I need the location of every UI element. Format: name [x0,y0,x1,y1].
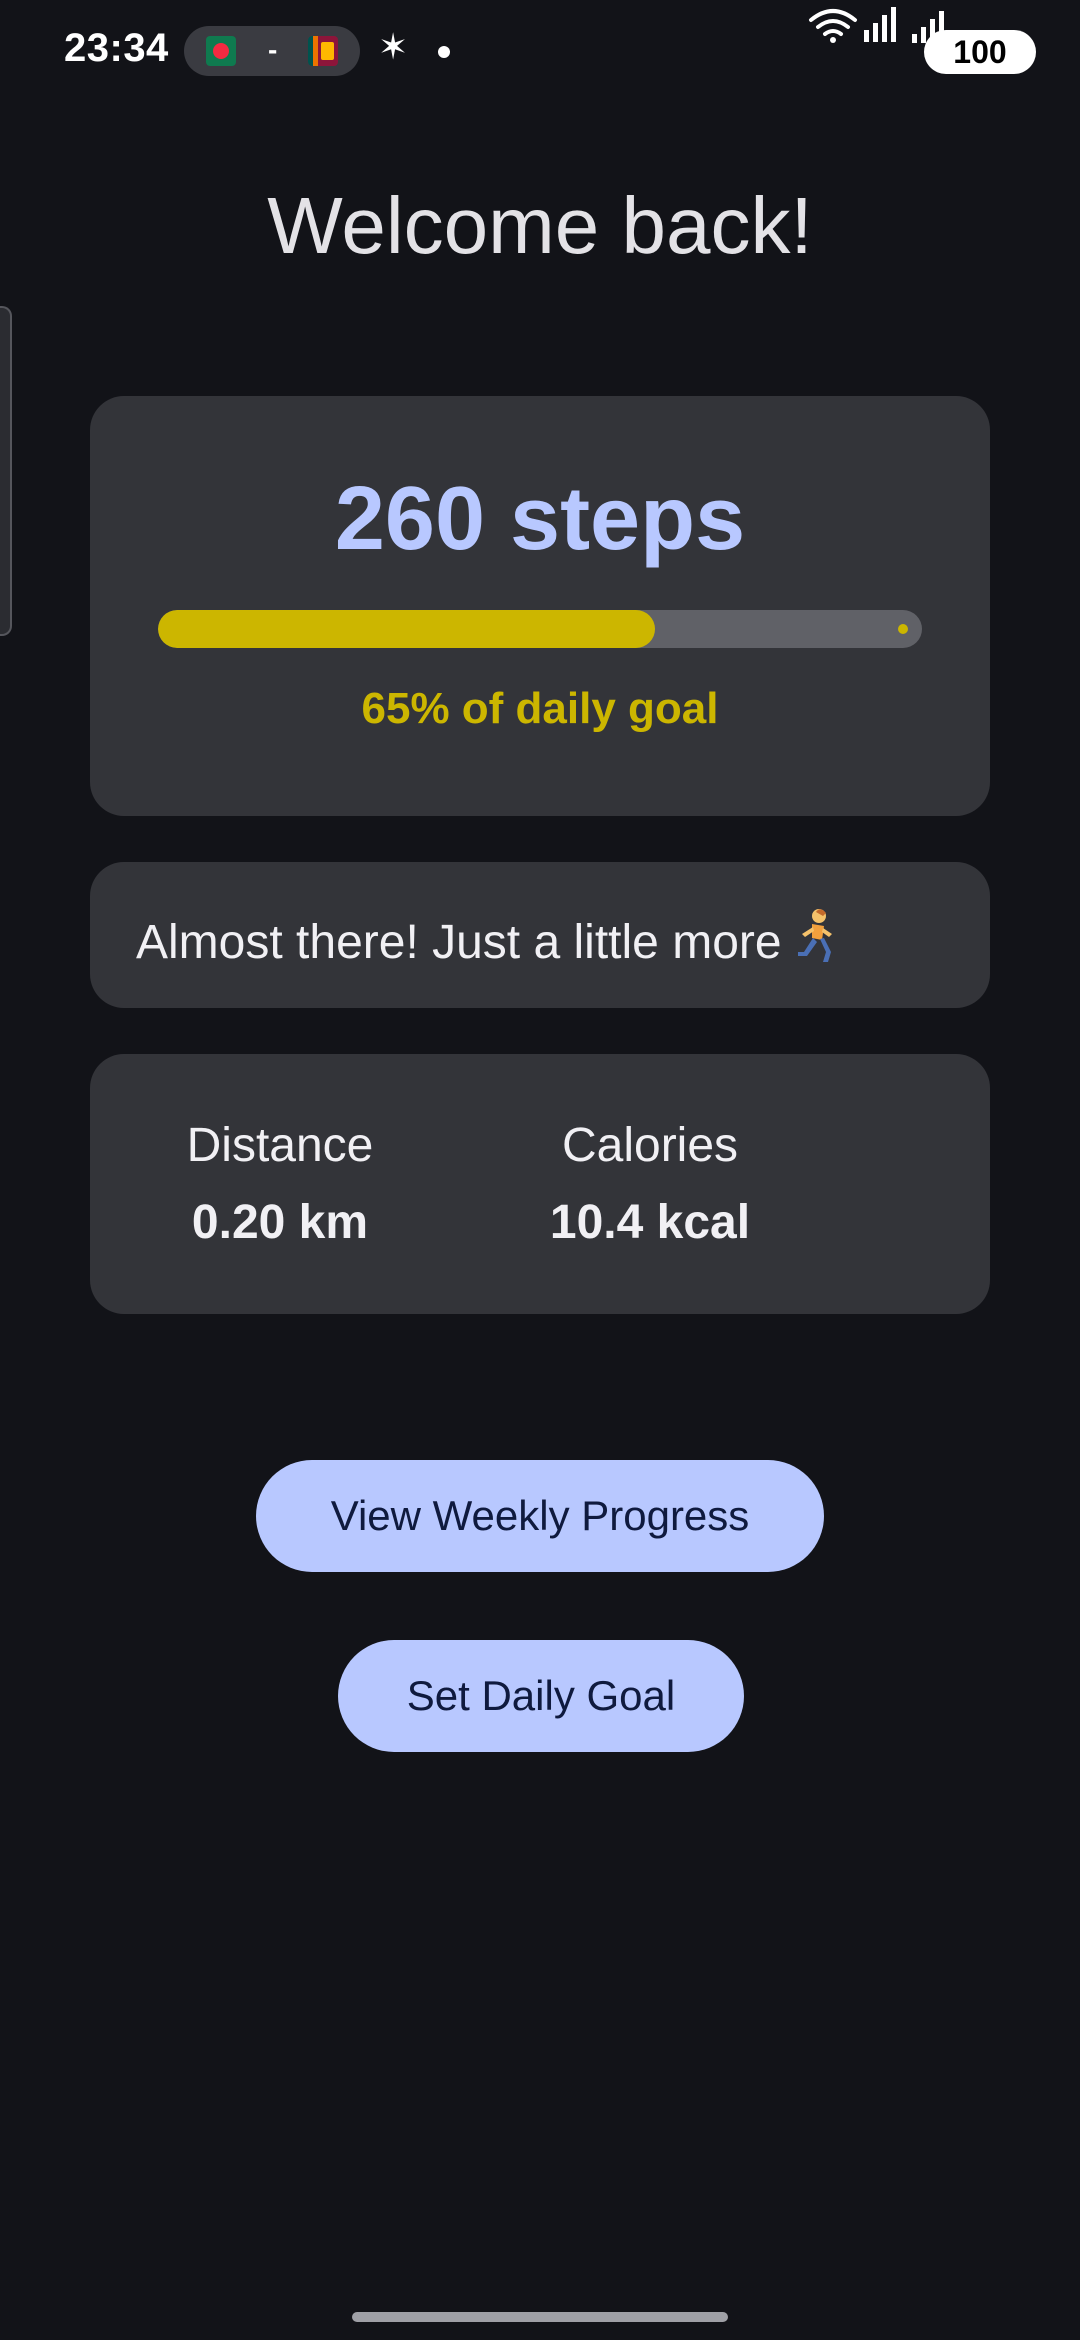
status-bar: 23:34 - ✶ 100 [0,0,1080,100]
sparkle-icon: ✶ [378,26,409,67]
goal-percent-text: 65% of daily goal [361,684,719,733]
distance-label: Distance [186,1119,374,1172]
bangladesh-flag-icon [206,36,236,66]
wifi-icon [809,9,857,43]
distance-value: 0.20 km [191,1196,369,1249]
runner-icon [797,909,832,962]
screen: 23:34 - ✶ 100 Welcome back! 260 steps 65… [0,0,1080,2340]
battery-icon: 100 [924,30,1036,74]
calories-label: Calories [561,1119,739,1172]
stats-card: Distance 0.20 km Calories 10.4 kcal [90,1054,990,1314]
view-weekly-progress-button[interactable]: View Weekly Progress [256,1460,824,1572]
signal-icon [864,7,896,42]
distance-stat: Distance 0.20 km [120,1118,440,1250]
battery-level: 100 [953,33,1007,70]
page-title: Welcome back! [267,181,813,270]
notification-flags-pill: - [184,26,360,76]
daily-goal-progress-bar [158,610,922,648]
progress-end-dot [898,624,908,634]
progress-fill [158,610,655,648]
edge-panel-handle[interactable] [0,306,12,636]
steps-card: 260 steps 65% of daily goal [90,396,990,816]
calories-stat: Calories 10.4 kcal [490,1118,810,1250]
status-time: 23:34 [64,26,169,70]
sri-lanka-flag-icon [308,36,338,66]
calories-value: 10.4 kcal [549,1196,751,1249]
set-daily-goal-button[interactable]: Set Daily Goal [338,1640,744,1752]
motivation-message: Almost there! Just a little more [136,908,838,970]
motivation-text: Almost there! Just a little more [136,916,782,969]
home-indicator[interactable] [352,2312,728,2322]
flag-separator: - [268,34,278,65]
motivation-card: Almost there! Just a little more [90,862,990,1008]
notification-dot-icon [438,46,450,58]
steps-count: 260 steps [334,469,746,569]
